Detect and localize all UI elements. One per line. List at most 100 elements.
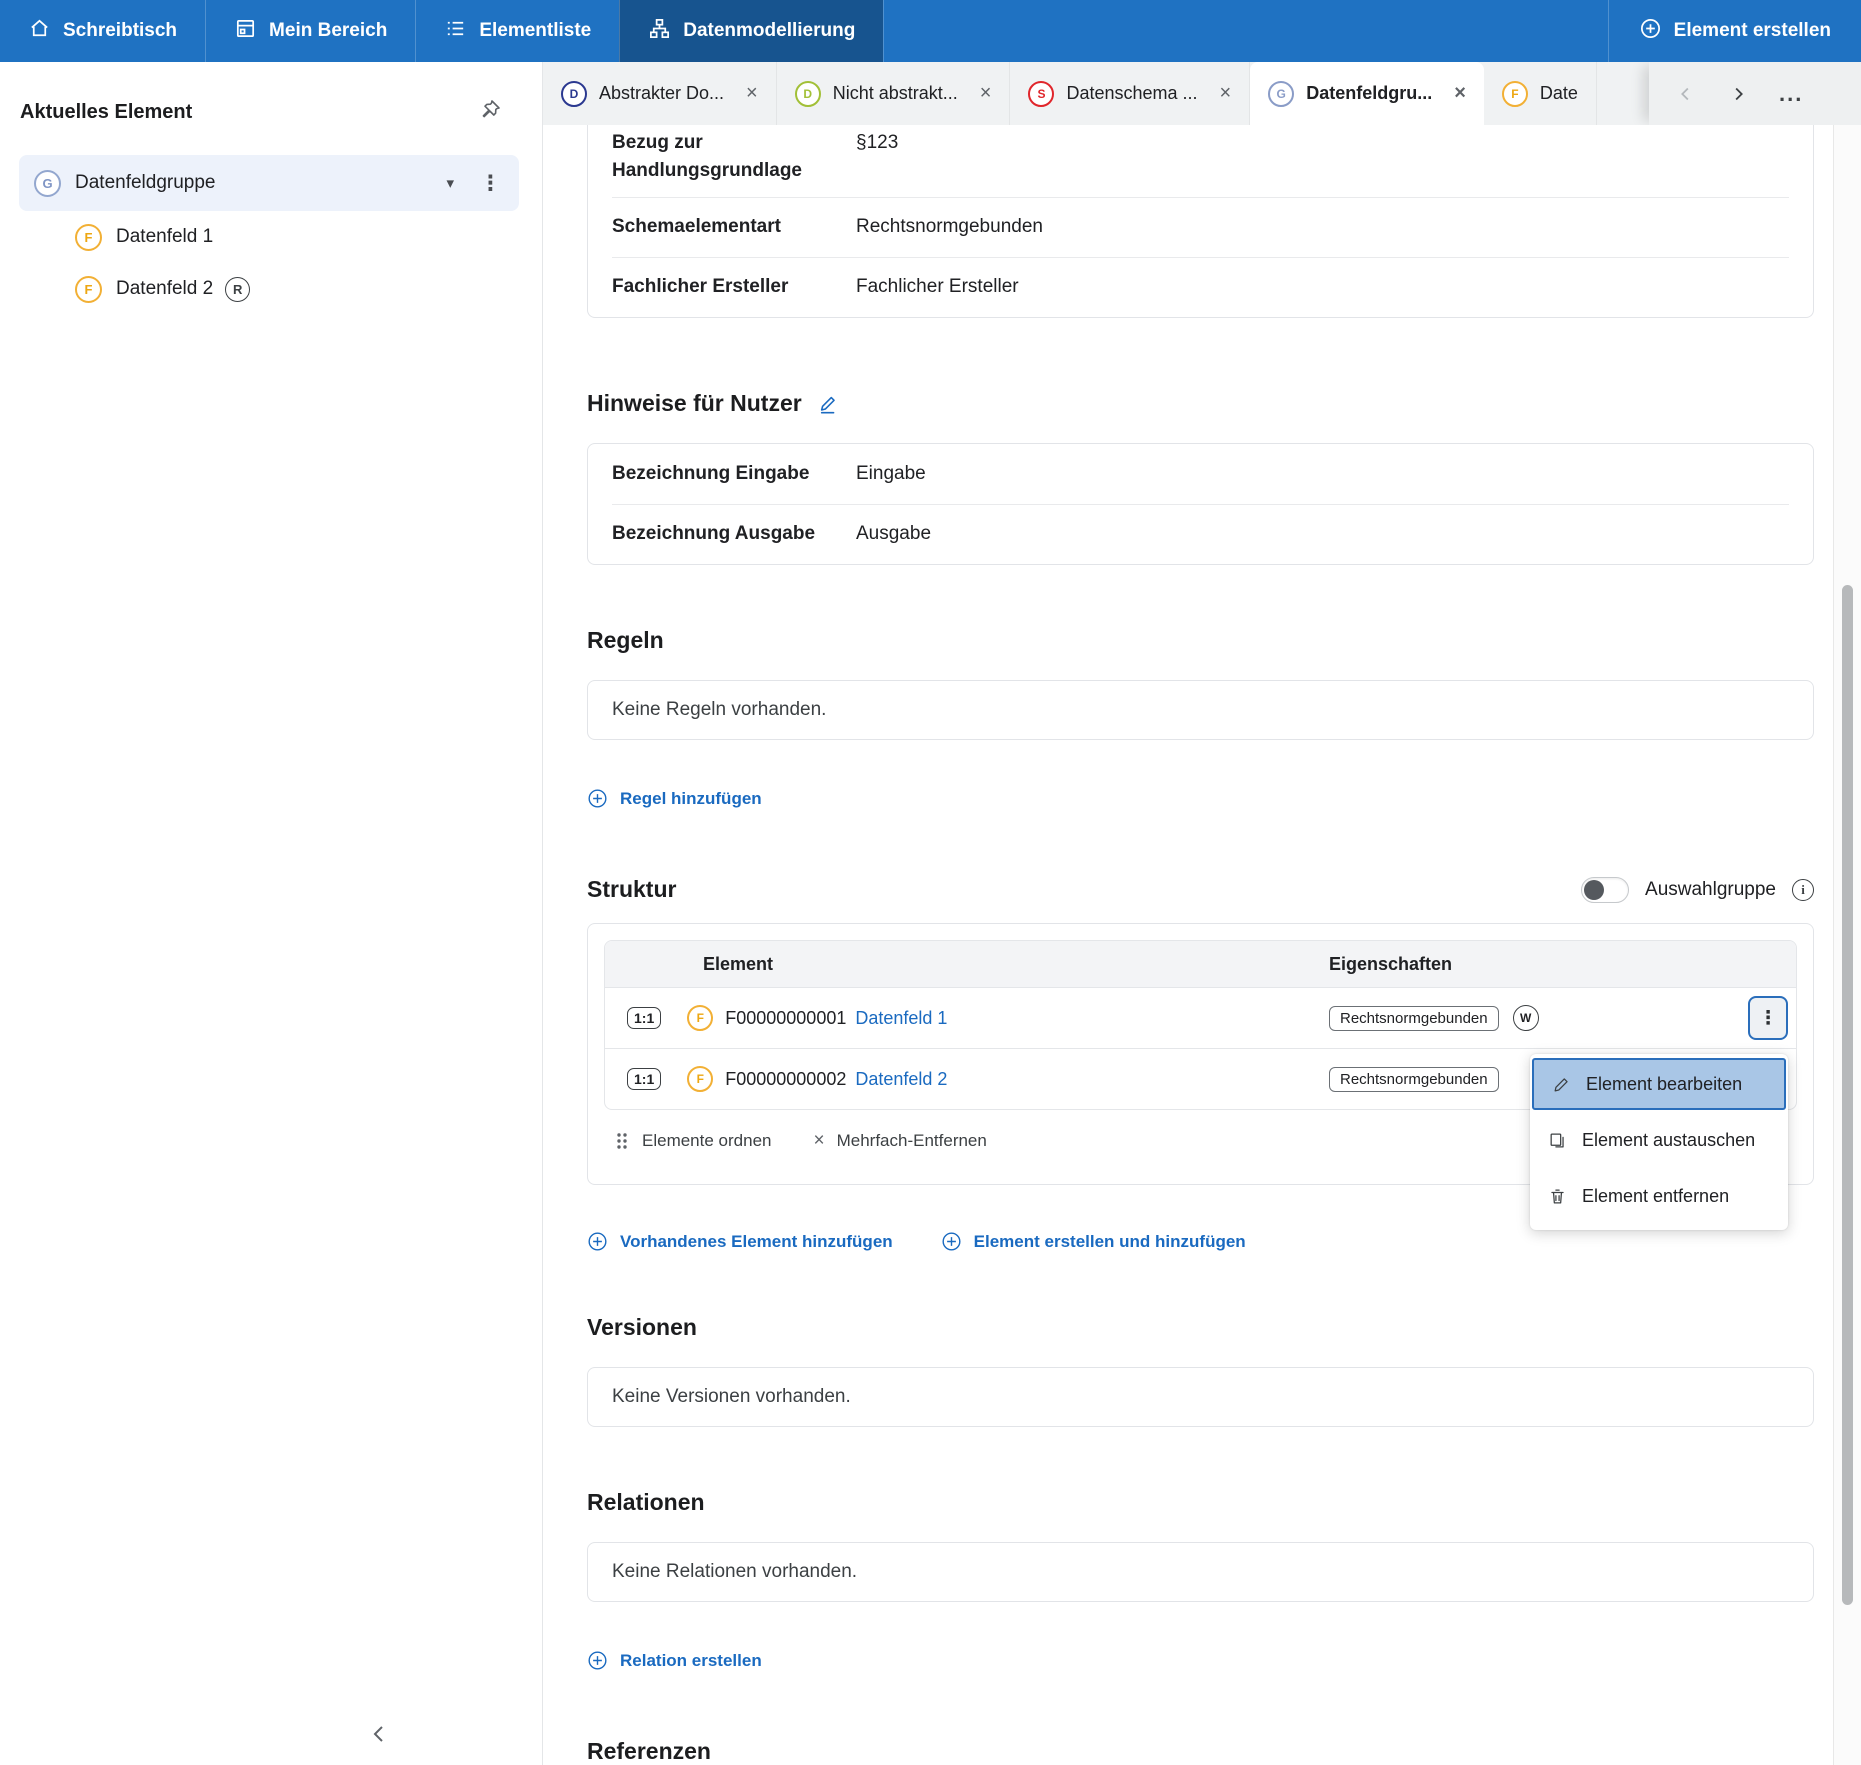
menu-item-element-bearbeiten[interactable]: Element bearbeiten [1532, 1058, 1786, 1110]
property-label: Bezug zur Handlungsgrundlage [612, 129, 856, 185]
property-pill: Rechtsnormgebunden [1329, 1067, 1499, 1092]
element-name-link[interactable]: Datenfeld 2 [855, 1069, 947, 1090]
relation-erstellen-link[interactable]: Relation erstellen [587, 1650, 762, 1671]
property-value: Rechtsnormgebunden [856, 213, 1043, 241]
property-row: Bezug zur Handlungsgrundlage §123 [588, 125, 1813, 197]
menu-item-label: Element bearbeiten [1586, 1074, 1742, 1095]
nav-item-schreibtisch[interactable]: Schreibtisch [0, 0, 205, 62]
table-row: 1:1 F F00000000001 Datenfeld 1 Rechtsnor… [605, 987, 1796, 1048]
nav-item-elementliste[interactable]: Elementliste [415, 0, 619, 62]
scrollbar-thumb[interactable] [1842, 585, 1853, 1605]
vertical-scrollbar[interactable] [1833, 125, 1861, 1765]
sidebar: Aktuelles Element G Datenfeldgruppe ▾ ⋮ … [0, 62, 543, 1765]
close-icon[interactable]: × [1454, 82, 1466, 105]
tree-item-datenfeld-2[interactable]: F Datenfeld 2 R [0, 263, 542, 315]
close-icon[interactable]: × [980, 82, 992, 105]
tab-label: Datenschema ... [1066, 83, 1197, 104]
link-label: Element erstellen und hinzufügen [974, 1232, 1246, 1252]
desk-icon [234, 17, 257, 46]
home-icon [28, 17, 51, 46]
button-label: Elemente ordnen [642, 1131, 771, 1151]
sidebar-collapse-button[interactable] [368, 1722, 392, 1751]
tab-datenschema[interactable]: S Datenschema ... × [1010, 62, 1250, 125]
tab-datenfeldgruppe-active[interactable]: G Datenfeldgru... × [1250, 62, 1484, 125]
chevron-down-icon[interactable]: ▾ [446, 174, 454, 192]
struktur-links-row: Vorhandenes Element hinzufügen Element e… [587, 1231, 1814, 1252]
mehrfach-entfernen-button[interactable]: × Mehrfach-Entfernen [813, 1130, 986, 1152]
pin-icon[interactable] [478, 98, 502, 127]
element-erstellen-und-hinzufuegen-link[interactable]: Element erstellen und hinzufügen [941, 1231, 1246, 1252]
struktur-table-header: Element Eigenschaften [605, 941, 1796, 987]
tab-datenfeld-partial[interactable]: F Date [1484, 62, 1597, 125]
tab-label: Date [1540, 83, 1578, 104]
toggle-knob [1584, 880, 1604, 900]
link-label: Relation erstellen [620, 1651, 762, 1671]
row-context-menu: Element bearbeiten Element austauschen E… [1530, 1054, 1788, 1230]
tab-label: Datenfeldgru... [1306, 83, 1432, 104]
element-erstellen-button[interactable]: Element erstellen [1608, 0, 1861, 62]
link-label: Vorhandenes Element hinzufügen [620, 1232, 893, 1252]
close-icon[interactable]: × [1220, 82, 1232, 105]
toggle-label: Auswahlgruppe [1645, 879, 1776, 901]
plus-circle-icon [587, 788, 608, 809]
tree-item-datenfeldgruppe[interactable]: G Datenfeldgruppe ▾ ⋮ [19, 155, 519, 211]
property-label: Bezeichnung Ausgabe [612, 520, 856, 548]
menu-item-label: Element austauschen [1582, 1130, 1755, 1151]
field-letter-icon: F [687, 1005, 713, 1031]
section-heading-versionen: Versionen [587, 1314, 1814, 1341]
more-tabs-icon[interactable]: ... [1779, 81, 1803, 107]
menu-item-element-austauschen[interactable]: Element austauschen [1530, 1114, 1788, 1166]
chevron-right-icon[interactable] [1727, 83, 1749, 105]
tab-bar: D Abstrakter Do... × D Nicht abstrakt...… [543, 62, 1861, 125]
close-icon[interactable]: × [746, 82, 758, 105]
property-value: §123 [856, 129, 898, 185]
menu-item-element-entfernen[interactable]: Element entfernen [1530, 1170, 1788, 1222]
property-row: Bezeichnung Ausgabe Ausgabe [588, 504, 1813, 564]
info-icon[interactable]: i [1792, 879, 1814, 901]
edit-pencil-icon[interactable] [818, 393, 840, 415]
kebab-menu-icon[interactable]: ⋮ [480, 173, 501, 194]
nav-label: Mein Bereich [269, 20, 387, 42]
vorhandenes-element-hinzufuegen-link[interactable]: Vorhandenes Element hinzufügen [587, 1231, 893, 1252]
property-row: Fachlicher Ersteller Fachlicher Erstelle… [588, 257, 1813, 317]
element-name-link[interactable]: Datenfeld 1 [855, 1008, 947, 1029]
tree-child-label: Datenfeld 2 [116, 278, 213, 300]
regel-hinzufuegen-link[interactable]: Regel hinzufügen [587, 788, 762, 809]
tab-nicht-abstrakt[interactable]: D Nicht abstrakt... × [777, 62, 1011, 125]
group-letter-icon: G [1268, 81, 1294, 107]
nav-item-datenmodellierung[interactable]: Datenmodellierung [619, 0, 883, 62]
drag-handle-icon [614, 1132, 630, 1150]
main-area: D Abstrakter Do... × D Nicht abstrakt...… [543, 62, 1861, 1765]
field-letter-icon: F [75, 276, 102, 303]
document-letter-icon: D [795, 81, 821, 107]
cardinality-badge: 1:1 [627, 1007, 661, 1029]
section-heading-struktur: Struktur [587, 876, 676, 903]
auswahlgruppe-toggle[interactable] [1581, 877, 1629, 903]
element-id: F00000000001 [725, 1008, 846, 1029]
plus-circle-icon [587, 1231, 608, 1252]
property-value: Fachlicher Ersteller [856, 273, 1019, 301]
section-heading-hinweise: Hinweise für Nutzer [587, 390, 1814, 417]
chevron-left-icon[interactable] [1675, 83, 1697, 105]
swap-pages-icon [1548, 1131, 1567, 1150]
sitemap-icon [648, 17, 671, 46]
tree-child-label: Datenfeld 1 [116, 226, 213, 248]
tree-root-label: Datenfeldgruppe [75, 172, 216, 194]
document-letter-icon: D [561, 81, 587, 107]
nav-spacer [883, 0, 1607, 62]
nav-label: Datenmodellierung [683, 20, 855, 42]
row-kebab-button[interactable]: ⋮ [1748, 996, 1788, 1040]
w-badge: W [1513, 1005, 1539, 1031]
nav-item-mein-bereich[interactable]: Mein Bereich [205, 0, 415, 62]
tab-abstrakter-dok[interactable]: D Abstrakter Do... × [543, 62, 777, 125]
tab-label: Abstrakter Do... [599, 83, 724, 104]
elemente-ordnen-button[interactable]: Elemente ordnen [614, 1131, 771, 1151]
plus-circle-icon [1639, 17, 1662, 46]
nav-label: Elementliste [479, 20, 591, 42]
nav-label: Schreibtisch [63, 20, 177, 42]
section-heading-referenzen: Referenzen [587, 1738, 1814, 1765]
tab-label: Nicht abstrakt... [833, 83, 958, 104]
button-label: Mehrfach-Entfernen [837, 1131, 987, 1151]
tree-item-datenfeld-1[interactable]: F Datenfeld 1 [0, 211, 542, 263]
link-label: Regel hinzufügen [620, 789, 762, 809]
